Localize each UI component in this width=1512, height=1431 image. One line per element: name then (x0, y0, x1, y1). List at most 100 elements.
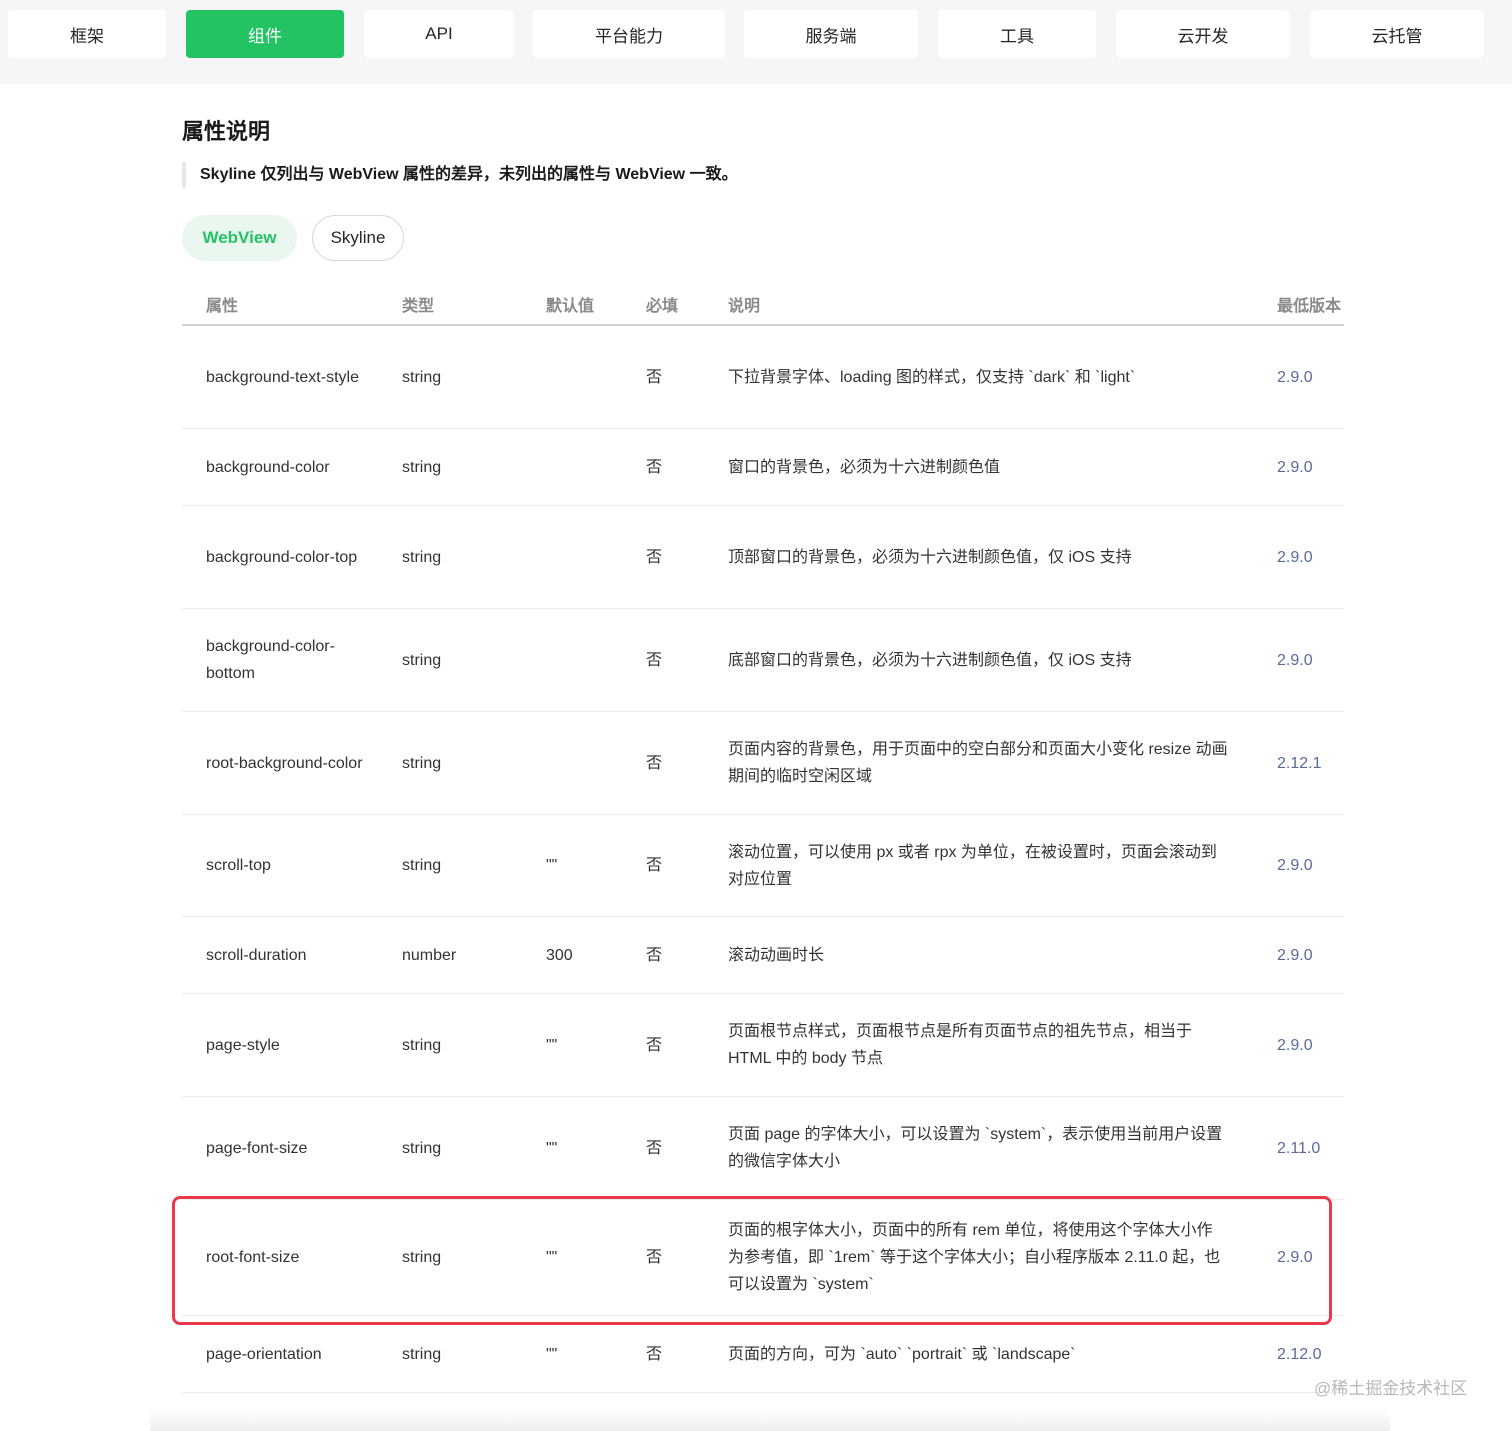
section-title: 属性说明 (182, 119, 271, 144)
cell-attr: page-font-size (206, 1139, 308, 1157)
cell-default: "" (546, 1345, 558, 1363)
cell-desc: 底部窗口的背景色，必须为十六进制颜色值，仅 iOS 支持 (728, 651, 1132, 669)
cell-desc: 页面根节点样式，页面根节点是所有页面节点的祖先节点，相当于 HTML 中的 bo… (728, 1023, 1193, 1067)
cell-default (546, 326, 626, 428)
table-row: scroll-duration number 300 否 滚动动画时长 2.9.0 (182, 917, 1344, 994)
cell-version[interactable]: 2.9.0 (1277, 506, 1347, 608)
cell-version[interactable]: 2.9.0 (1277, 994, 1347, 1096)
cell-version[interactable]: 2.9.0 (1277, 1200, 1347, 1315)
cell-desc: 页面 page 的字体大小，可以设置为 `system`，表示使用当前用户设置的… (728, 1126, 1223, 1170)
nav-tab-api[interactable]: API (364, 10, 514, 58)
cell-version[interactable]: 2.11.0 (1277, 1097, 1347, 1199)
cell-attr: page-orientation (206, 1345, 322, 1363)
table-row: background-color-bottom string 否 底部窗口的背景色，必… (182, 609, 1344, 712)
table-header: 属性 类型 默认值 必填 说明 最低版本 (182, 277, 1344, 326)
cell-type: string (402, 857, 442, 874)
header-default: 默认值 (546, 298, 595, 315)
table-body: background-text-style string 否 下拉背景字体、loadi… (182, 326, 1344, 1393)
cell-type: string (402, 458, 442, 476)
cell-required: 否 (646, 754, 663, 772)
table-row: background-color string 否 窗口的背景色，必须为十六进制颜色值… (182, 429, 1344, 506)
cell-default: "" (546, 1036, 558, 1054)
cell-default: "" (546, 857, 558, 874)
cell-attr: background-color-bottom (206, 638, 335, 682)
cell-attr: background-color-top (206, 548, 358, 566)
cell-default (546, 712, 626, 814)
cell-default (546, 429, 626, 505)
section-note: Skyline 仅列出与 WebView 属性的差异，未列出的属性与 WebVi… (182, 162, 882, 188)
nav-tab-platform[interactable]: 平台能力 (533, 10, 725, 58)
cell-type: string (402, 368, 442, 386)
cell-desc: 窗口的背景色，必须为十六进制颜色值 (728, 458, 1001, 476)
table-row: scroll-top string "" 否 滚动位置，可以使用 px 或者 rpx 为… (182, 815, 1344, 917)
cell-required: 否 (646, 1345, 663, 1363)
cell-required: 否 (646, 458, 663, 476)
nav-tab-server[interactable]: 服务端 (744, 10, 918, 58)
tab-webview[interactable]: WebView (182, 215, 297, 261)
cell-type: string (402, 1249, 442, 1266)
cell-version[interactable]: 2.12.1 (1277, 712, 1347, 814)
cell-version[interactable]: 2.9.0 (1277, 815, 1347, 916)
cell-desc: 页面的方向，可为 `auto` `portrait` 或 `landscape` (728, 1345, 1076, 1363)
cell-attr: root-font-size (206, 1249, 300, 1266)
nav-tab-cloud-hosting[interactable]: 云托管 (1310, 10, 1484, 58)
cell-default: "" (546, 1139, 558, 1157)
header-required: 必填 (646, 298, 679, 315)
cell-attr: root-background-color (206, 754, 363, 772)
watermark: @稀土掘金技术社区 (1314, 1379, 1468, 1398)
cell-attr: scroll-duration (206, 946, 307, 964)
cell-desc: 页面内容的背景色，用于页面中的空白部分和页面大小变化 resize 动画期间的临… (728, 741, 1228, 785)
cell-type: number (402, 946, 457, 964)
cell-type: string (402, 1139, 442, 1157)
cell-version[interactable]: 2.9.0 (1277, 917, 1347, 993)
cell-required: 否 (646, 368, 663, 386)
cell-version[interactable]: 2.9.0 (1277, 609, 1347, 711)
cell-attr: background-text-style (206, 368, 359, 386)
cell-desc: 顶部窗口的背景色，必须为十六进制颜色值，仅 iOS 支持 (728, 548, 1132, 566)
table-row: background-text-style string 否 下拉背景字体、loadi… (182, 326, 1344, 429)
table-row: root-font-size string "" 否 页面的根字体大小，页面中的所有 r… (182, 1200, 1344, 1316)
cell-default (546, 609, 626, 711)
bottom-shadow (150, 1408, 1390, 1431)
cell-default: 300 (546, 946, 573, 964)
table-row: background-color-top string 否 顶部窗口的背景色，必须为十… (182, 506, 1344, 609)
cell-required: 否 (646, 1139, 663, 1157)
nav-tab-framework[interactable]: 框架 (8, 10, 166, 58)
cell-desc: 滚动位置，可以使用 px 或者 rpx 为单位，在被设置时，页面会滚动到对应位置 (728, 843, 1217, 888)
tab-skyline[interactable]: Skyline (312, 215, 404, 261)
header-version: 最低版本 (1277, 298, 1342, 315)
cell-required: 否 (646, 1036, 663, 1054)
table-row: page-font-size string "" 否 页面 page 的字体大小，可以设… (182, 1097, 1344, 1200)
cell-required: 否 (646, 946, 663, 964)
cell-required: 否 (646, 548, 663, 566)
cell-version[interactable]: 2.9.0 (1277, 429, 1347, 505)
header-desc: 说明 (728, 298, 761, 315)
cell-attr: scroll-top (206, 857, 271, 874)
header-type: 类型 (402, 298, 435, 315)
table-row: root-background-color string 否 页面内容的背景色，用于页… (182, 712, 1344, 815)
cell-default (546, 506, 626, 608)
cell-desc: 下拉背景字体、loading 图的样式，仅支持 `dark` 和 `light` (728, 368, 1136, 386)
cell-attr: page-style (206, 1036, 280, 1054)
attributes-table: 属性 类型 默认值 必填 说明 最低版本 background-text-sty… (182, 277, 1344, 1393)
header-attr: 属性 (206, 298, 239, 315)
cell-required: 否 (646, 857, 663, 874)
cell-type: string (402, 1345, 442, 1363)
cell-type: string (402, 548, 442, 566)
cell-type: string (402, 1036, 442, 1054)
cell-type: string (402, 651, 442, 669)
cell-desc: 页面的根字体大小，页面中的所有 rem 单位，将使用这个字体大小作为参考值，即 … (728, 1222, 1221, 1293)
nav-tab-cloud-dev[interactable]: 云开发 (1116, 10, 1290, 58)
cell-required: 否 (646, 1249, 663, 1266)
cell-required: 否 (646, 651, 663, 669)
cell-default: "" (546, 1249, 558, 1266)
table-row: page-orientation string "" 否 页面的方向，可为 `auto`… (182, 1316, 1344, 1393)
cell-type: string (402, 754, 442, 772)
table-row: page-style string "" 否 页面根节点样式，页面根节点是所有页面节点的… (182, 994, 1344, 1097)
cell-desc: 滚动动画时长 (728, 946, 825, 964)
nav-tab-components[interactable]: 组件 (186, 10, 344, 58)
nav-tab-tools[interactable]: 工具 (938, 10, 1096, 58)
cell-attr: background-color (206, 458, 330, 476)
cell-version[interactable]: 2.9.0 (1277, 326, 1347, 428)
top-nav-bar: 框架 组件 API 平台能力 服务端 工具 云开发 云托管 (0, 0, 1512, 84)
